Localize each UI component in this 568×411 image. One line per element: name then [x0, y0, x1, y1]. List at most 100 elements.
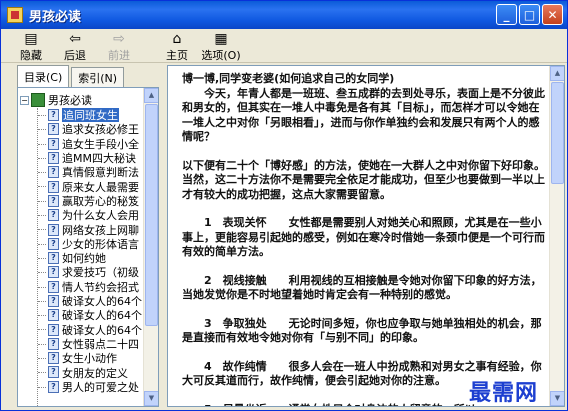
- tree-item[interactable]: ? 如何约她: [20, 251, 144, 265]
- tree-item[interactable]: ? 网络女孩上网聊: [20, 222, 144, 237]
- help-topic-icon: ?: [48, 123, 59, 136]
- tree-item-label: 追女生手段小全: [62, 137, 139, 151]
- tree-item[interactable]: ? 情人节约会招式: [20, 280, 144, 294]
- options-button[interactable]: ▦ 选项(O): [199, 29, 243, 63]
- topic-title: 博一博,同学变老婆(如何追求自己的女同学): [182, 72, 395, 85]
- close-button[interactable]: ✕: [542, 4, 563, 25]
- tree-item[interactable]: ? 真情假意判断法: [20, 165, 144, 179]
- back-arrow-icon: ⇦: [69, 31, 81, 47]
- help-topic-icon: ?: [48, 109, 59, 122]
- tree-item[interactable]: ? 破译女人的64个: [20, 294, 144, 308]
- tree-item-label: 男人的可爱之处: [62, 380, 139, 394]
- help-topic-icon: ?: [48, 366, 59, 379]
- hide-icon: ▤: [24, 31, 38, 47]
- help-topic-icon: ?: [48, 266, 59, 279]
- scroll-down-icon[interactable]: ▼: [144, 391, 158, 406]
- toolbar: ▤ 隐藏 ⇦ 后退 ⇨ 前进 ⌂ 主页 ▦ 选项(O): [1, 29, 567, 63]
- tab-contents[interactable]: 目录(C): [17, 65, 70, 87]
- forward-button-label: 前进: [108, 49, 130, 62]
- tree-item-label: 破译女人的64个: [62, 323, 142, 337]
- forward-button[interactable]: ⇨ 前进: [97, 29, 141, 63]
- topic-scrollbar[interactable]: ▲ ▼: [549, 66, 564, 406]
- tree-item[interactable]: ? 女生小动作: [20, 351, 144, 365]
- scroll-up-icon[interactable]: ▲: [144, 88, 158, 103]
- help-topic-icon: ?: [48, 209, 59, 222]
- tree-root-label: 男孩必读: [48, 94, 92, 107]
- topic-paragraph: 2 视线接触 利用视线的互相接触是令她对你留下印象的好方法，当她发觉你是不时地望…: [182, 273, 542, 302]
- maximize-button[interactable]: □: [519, 4, 540, 25]
- tree-item[interactable]: ? 少女的形体语言: [20, 237, 144, 251]
- tree-item-label: 真情假意判断法: [62, 166, 139, 180]
- help-topic-icon: ?: [48, 323, 59, 336]
- tree-item-label: 如何约她: [62, 252, 106, 266]
- collapse-icon[interactable]: −: [20, 95, 29, 105]
- tree-item[interactable]: ? 追同班女生: [20, 108, 144, 123]
- tree-item-label: 破译女人的64个: [62, 295, 142, 309]
- tree-item[interactable]: ? 原来女人最需要: [20, 179, 144, 194]
- tree-item[interactable]: ? 赢取芳心的秘笈: [20, 194, 144, 208]
- topic-paragraph: 1 表现关怀 女性都是需要别人对她关心和照顾，尤其是在一些小事上，更能容易引起她…: [182, 216, 545, 258]
- tree-item[interactable]: ? 男人的可爱之处: [20, 380, 144, 394]
- tree-item-label: 女生小动作: [62, 352, 117, 366]
- tree-item-label: 追MM四大秘诀: [62, 152, 136, 166]
- tree-scrollbar[interactable]: ▲ ▼: [143, 88, 158, 406]
- tree-item[interactable]: ? 为什么女人会用: [20, 208, 144, 222]
- tab-index[interactable]: 索引(N): [71, 67, 125, 87]
- help-topic-icon: ?: [48, 309, 59, 322]
- home-button-label: 主页: [166, 49, 188, 62]
- tree-item[interactable]: ? 女性弱点二十四: [20, 337, 144, 351]
- help-topic-icon: ?: [48, 223, 59, 236]
- watermark-logo: 最需网: [469, 380, 539, 406]
- tree-item[interactable]: ? 女朋友的定义: [20, 365, 144, 380]
- hide-button[interactable]: ▤ 隐藏: [9, 29, 53, 63]
- tree-item[interactable]: ? 追女生手段小全: [20, 137, 144, 151]
- tree-item-label: 情人节约会招式: [62, 280, 139, 294]
- tree-item[interactable]: ? 追求女孩必修王: [20, 122, 144, 136]
- back-button-label: 后退: [64, 49, 86, 62]
- help-topic-icon: ?: [48, 252, 59, 265]
- help-topic-icon: ?: [48, 295, 59, 307]
- tree-item[interactable]: ? 破译女人的64个: [20, 322, 144, 337]
- topic-content: 博一博,同学变老婆(如何追求自己的女同学) 今天，年青人都是一班班、叁五成群的去…: [182, 72, 546, 406]
- topic-scroll-thumb[interactable]: [551, 82, 564, 184]
- tree-item[interactable]: ? 追MM四大秘诀: [20, 151, 144, 165]
- minimize-button[interactable]: _: [496, 4, 517, 25]
- tree-item[interactable]: ? 求爱技巧（初级: [20, 265, 144, 279]
- topic-pane: 博一博,同学变老婆(如何追求自己的女同学) 今天，年青人都是一班班、叁五成群的去…: [167, 65, 565, 407]
- tree-item-label: 为什么女人会用: [62, 209, 139, 223]
- options-button-label: 选项(O): [201, 49, 241, 62]
- help-topic-icon: ?: [48, 180, 59, 193]
- help-topic-icon: ?: [48, 237, 59, 250]
- navigation-pane: 目录(C) 索引(N) − 男孩必读 ? 追同班女生? 追求女孩必修王? 追女生手段小…: [17, 65, 159, 407]
- tree-item-label: 网络女孩上网聊: [62, 223, 139, 237]
- topic-paragraph: 以下便有二十个「博好感」的方法，使她在一大群人之中对你留下好印象。当然，这二十方…: [182, 158, 545, 201]
- hide-button-label: 隐藏: [20, 49, 42, 62]
- title-bar[interactable]: 男孩必读 _ □ ✕: [1, 1, 567, 29]
- scroll-down-icon[interactable]: ▼: [550, 391, 564, 406]
- topic-paragraph: 今天，年青人都是一班班、叁五成群的去到处寻乐，表面上是不分彼此和男女的，但其实在…: [182, 86, 545, 144]
- topic-paragraph: 3 争取独处 无论时间多短，你也应争取与她单独相处的机会，那是直接而有效地令她对…: [182, 316, 542, 345]
- window-title: 男孩必读: [29, 9, 82, 25]
- help-book-icon: [7, 7, 23, 23]
- forward-arrow-icon: ⇨: [113, 31, 125, 47]
- tree-item-label: 少女的形体语言: [62, 237, 139, 251]
- tree-scroll-thumb[interactable]: [145, 104, 158, 326]
- help-topic-icon: ?: [48, 137, 59, 150]
- back-button[interactable]: ⇦ 后退: [53, 29, 97, 63]
- help-topic-icon: ?: [48, 280, 59, 293]
- tree-item-label: 破译女人的64个: [62, 309, 142, 323]
- tree-item[interactable]: ? 破译女人的64个: [20, 308, 144, 322]
- options-icon: ▦: [214, 31, 228, 47]
- tree-item-label: 女朋友的定义: [62, 366, 128, 380]
- help-topic-icon: ?: [48, 194, 59, 207]
- help-topic-icon: ?: [48, 337, 59, 350]
- tree-root-item[interactable]: − 男孩必读: [20, 92, 144, 108]
- tree-item-label: 原来女人最需要: [62, 180, 139, 194]
- help-topic-icon: ?: [48, 166, 59, 179]
- home-button[interactable]: ⌂ 主页: [155, 29, 199, 63]
- scroll-up-icon[interactable]: ▲: [550, 66, 564, 81]
- tree-item-label: 求爱技巧（初级: [62, 266, 139, 280]
- help-topic-icon: ?: [48, 380, 59, 393]
- tree-item-label: 赢取芳心的秘笈: [62, 194, 139, 208]
- tree-item-label: 女性弱点二十四: [62, 337, 139, 351]
